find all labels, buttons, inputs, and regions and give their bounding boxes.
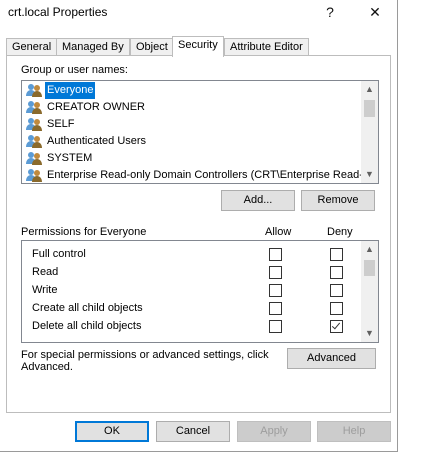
group-names-label: Group or user names: (21, 64, 128, 76)
permission-name: Create all child objects (32, 302, 143, 314)
user-list-scrollbar[interactable]: ▲ ▼ (361, 81, 378, 183)
ok-button[interactable]: OK (75, 421, 149, 442)
scroll-up-icon[interactable]: ▲ (361, 81, 378, 98)
deny-checkbox[interactable] (330, 248, 343, 261)
properties-dialog: crt.local Properties ? ✕ General Managed… (0, 0, 398, 452)
user-list[interactable]: Everyone CREATOR OWNER SELF Authenticated U… (21, 80, 379, 184)
allow-checkbox[interactable] (269, 266, 282, 279)
permission-row: Delete all child objects (32, 317, 141, 335)
tab-managed-by[interactable]: Managed By (56, 38, 130, 56)
scroll-down-icon[interactable]: ▼ (361, 325, 378, 342)
tab-object[interactable]: Object (130, 38, 174, 56)
deny-checkbox[interactable] (330, 320, 343, 333)
permission-name: Write (32, 284, 58, 296)
permissions-label: Permissions for Everyone (21, 226, 147, 238)
tab-attribute-editor[interactable]: Attribute Editor (224, 38, 309, 56)
users-group-icon (26, 168, 42, 183)
deny-checkbox[interactable] (330, 266, 343, 279)
allow-checkbox[interactable] (269, 248, 282, 261)
scroll-thumb[interactable] (364, 100, 375, 117)
scroll-up-icon[interactable]: ▲ (361, 241, 378, 258)
advanced-button[interactable]: Advanced (287, 348, 376, 369)
permission-row: Full control (32, 245, 86, 263)
deny-checkbox[interactable] (330, 284, 343, 297)
tab-security[interactable]: Security (172, 36, 224, 57)
permissions-scrollbar[interactable]: ▲ ▼ (361, 241, 378, 342)
tab-general[interactable]: General (6, 38, 58, 56)
remove-button[interactable]: Remove (301, 190, 375, 211)
user-name: SELF (47, 118, 75, 130)
help-title-button[interactable]: ? (313, 0, 347, 24)
deny-checkbox[interactable] (330, 302, 343, 315)
users-group-icon (26, 134, 42, 149)
permission-name: Read (32, 266, 59, 278)
user-name: SYSTEM (47, 152, 93, 164)
scroll-down-icon[interactable]: ▼ (361, 166, 378, 183)
allow-checkbox[interactable] (269, 302, 282, 315)
user-name: Everyone (45, 82, 96, 99)
advanced-hint: For special permissions or advanced sett… (21, 349, 269, 373)
deny-header: Deny (327, 226, 353, 238)
user-name: Authenticated Users (47, 135, 147, 147)
help-button[interactable]: Help (317, 421, 391, 442)
close-icon[interactable]: ✕ (358, 0, 392, 24)
allow-checkbox[interactable] (269, 284, 282, 297)
permission-name: Full control (32, 248, 86, 260)
permission-row: Write (32, 281, 57, 299)
permission-name: Delete all child objects (32, 320, 142, 332)
allow-checkbox[interactable] (269, 320, 282, 333)
permission-row: Create all child objects (32, 299, 143, 317)
users-group-icon (26, 117, 42, 132)
users-group-icon (26, 83, 42, 98)
add-button[interactable]: Add... (221, 190, 295, 211)
allow-header: Allow (265, 226, 292, 238)
window-title: crt.local Properties (8, 5, 108, 19)
users-group-icon (26, 100, 42, 115)
user-name: Enterprise Read-only Domain Controllers … (47, 169, 373, 181)
scroll-thumb[interactable] (364, 260, 375, 276)
permissions-list[interactable]: Full control Read Write Create all child ob… (21, 240, 379, 343)
cancel-button[interactable]: Cancel (156, 421, 230, 442)
permission-row: Read (32, 263, 58, 281)
apply-button[interactable]: Apply (237, 421, 311, 442)
user-name: CREATOR OWNER (47, 101, 145, 113)
users-group-icon (26, 151, 42, 166)
